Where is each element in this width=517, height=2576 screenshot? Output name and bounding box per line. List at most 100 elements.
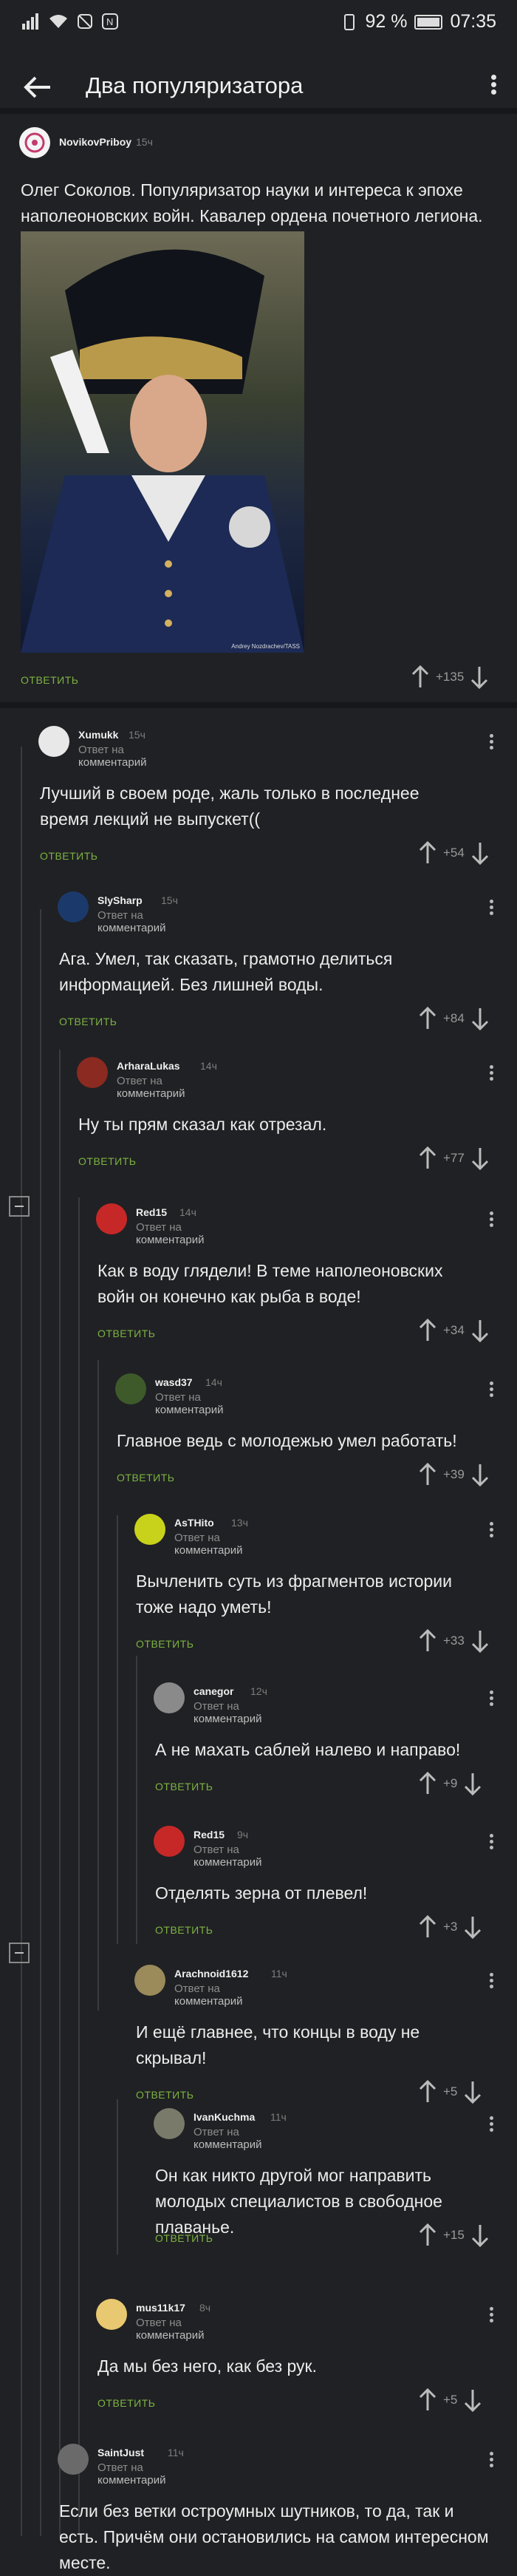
avatar[interactable] [96, 1203, 127, 1234]
avatar[interactable] [19, 127, 50, 158]
upvote-icon[interactable] [418, 1772, 437, 1795]
comment-menu-icon[interactable] [486, 2305, 496, 2325]
downvote-icon[interactable] [470, 2223, 490, 2247]
comment-author[interactable]: AsTHito [174, 1517, 214, 1529]
reply-to-link[interactable]: комментарий [136, 1234, 204, 1246]
avatar[interactable] [115, 1373, 146, 1404]
upvote-icon[interactable] [418, 1146, 437, 1170]
comment-author[interactable]: SlySharp [97, 894, 143, 906]
upvote-icon[interactable] [418, 1319, 437, 1342]
reply-to-link[interactable]: комментарий [97, 2474, 165, 2487]
upvote-icon[interactable] [418, 841, 437, 865]
post-author[interactable]: NovikovPriboy [59, 136, 131, 148]
reply-to-link[interactable]: комментарий [136, 2329, 204, 2342]
reply-to-link[interactable]: комментарий [97, 922, 165, 934]
comment-menu-icon[interactable] [486, 897, 496, 917]
avatar[interactable] [154, 1682, 185, 1713]
upvote-icon[interactable] [418, 1463, 437, 1486]
thread-line[interactable] [40, 909, 41, 2536]
more-menu-icon[interactable] [485, 72, 502, 102]
comment-author[interactable]: wasd37 [155, 1376, 193, 1388]
reply-button[interactable]: ОТВЕТИТЬ [21, 674, 78, 686]
avatar[interactable] [134, 1514, 165, 1545]
avatar[interactable] [134, 1965, 165, 1996]
downvote-icon[interactable] [470, 1146, 490, 1170]
thread-line[interactable] [97, 1360, 99, 2011]
comment-author[interactable]: Arachnoid1612 [174, 1968, 248, 1979]
reply-to-link[interactable]: комментарий [174, 1544, 242, 1557]
comment-menu-icon[interactable] [486, 2114, 496, 2134]
downvote-icon[interactable] [463, 1772, 482, 1795]
thread-line[interactable] [78, 1197, 80, 2536]
upvote-icon[interactable] [411, 665, 430, 689]
comment-menu-icon[interactable] [486, 732, 496, 752]
avatar[interactable] [58, 891, 89, 922]
comment-author[interactable]: mus11k17 [136, 2302, 185, 2314]
upvote-icon[interactable] [418, 2388, 437, 2412]
avatar[interactable] [38, 726, 69, 757]
thread-line[interactable] [136, 1656, 137, 1944]
comment-menu-icon[interactable] [486, 1063, 496, 1083]
downvote-icon[interactable] [470, 841, 490, 865]
avatar[interactable] [77, 1057, 108, 1088]
avatar[interactable] [154, 2108, 185, 2139]
reply-button[interactable]: ОТВЕТИТЬ [97, 1328, 155, 1339]
reply-to-link[interactable]: комментарий [194, 1856, 261, 1869]
downvote-icon[interactable] [470, 1007, 490, 1030]
reply-button[interactable]: ОТВЕТИТЬ [97, 2397, 155, 2409]
downvote-icon[interactable] [463, 2388, 482, 2412]
comment-menu-icon[interactable] [486, 1520, 496, 1540]
comment-menu-icon[interactable] [486, 2450, 496, 2470]
comment-menu-icon[interactable] [486, 1832, 496, 1852]
avatar[interactable] [96, 2299, 127, 2330]
comment-author[interactable]: Red15 [136, 1206, 167, 1218]
upvote-icon[interactable] [418, 2223, 437, 2247]
avatar[interactable] [58, 2444, 89, 2475]
downvote-icon[interactable] [463, 1915, 482, 1939]
downvote-icon[interactable] [470, 1319, 490, 1342]
comment-menu-icon[interactable] [486, 1971, 496, 1991]
downvote-icon[interactable] [463, 2080, 482, 2104]
reply-button[interactable]: ОТВЕТИТЬ [78, 1155, 136, 1167]
back-arrow-icon[interactable] [21, 71, 53, 103]
thread-line[interactable] [117, 1515, 118, 1944]
reply-button[interactable]: ОТВЕТИТЬ [117, 1472, 174, 1484]
reply-button[interactable]: ОТВЕТИТЬ [155, 1781, 213, 1792]
reply-to-link[interactable]: комментарий [194, 2138, 261, 2151]
reply-button[interactable]: ОТВЕТИТЬ [136, 1638, 194, 1650]
reply-to-link[interactable]: комментарий [155, 1404, 223, 1416]
downvote-icon[interactable] [470, 1463, 490, 1486]
downvote-icon[interactable] [470, 1629, 490, 1653]
thread-line[interactable] [59, 1050, 61, 2536]
reply-to-link[interactable]: комментарий [117, 1087, 185, 1100]
upvote-icon[interactable] [418, 1915, 437, 1939]
post-photo[interactable]: Andrey Nozdrachev/TASS [21, 231, 304, 653]
reply-to-link[interactable]: комментарий [194, 1713, 261, 1725]
reply-button[interactable]: ОТВЕТИТЬ [40, 850, 97, 862]
collapse-thread-button[interactable] [9, 1943, 30, 1963]
comment-author[interactable]: canegor [194, 1685, 233, 1697]
comment-author[interactable]: Red15 [194, 1829, 225, 1841]
reply-button[interactable]: ОТВЕТИТЬ [155, 1924, 213, 1936]
reply-button[interactable]: ОТВЕТИТЬ [59, 1016, 117, 1027]
downvote-icon[interactable] [470, 665, 489, 689]
collapse-thread-button[interactable] [9, 1196, 30, 1217]
reply-button[interactable]: ОТВЕТИТЬ [155, 2232, 213, 2244]
upvote-icon[interactable] [418, 2080, 437, 2104]
upvote-icon[interactable] [418, 1007, 437, 1030]
thread-line[interactable] [21, 747, 22, 2536]
reply-to-link[interactable]: комментарий [174, 1995, 242, 2008]
reply-to-link[interactable]: комментарий [78, 756, 146, 769]
comment-author[interactable]: IvanKuchma [194, 2111, 255, 2123]
comment-menu-icon[interactable] [486, 1379, 496, 1399]
thread-line[interactable] [117, 2099, 118, 2254]
comment-author[interactable]: ArharaLukas [117, 1060, 180, 1072]
upvote-icon[interactable] [418, 1629, 437, 1653]
comment-menu-icon[interactable] [486, 1688, 496, 1708]
comment-author[interactable]: Xumukk [78, 729, 118, 741]
reply-button[interactable]: ОТВЕТИТЬ [136, 2089, 194, 2101]
avatar[interactable] [154, 1826, 185, 1857]
vibrate-icon [344, 13, 355, 30]
comment-author[interactable]: SaintJust [97, 2447, 144, 2458]
comment-menu-icon[interactable] [486, 1209, 496, 1229]
